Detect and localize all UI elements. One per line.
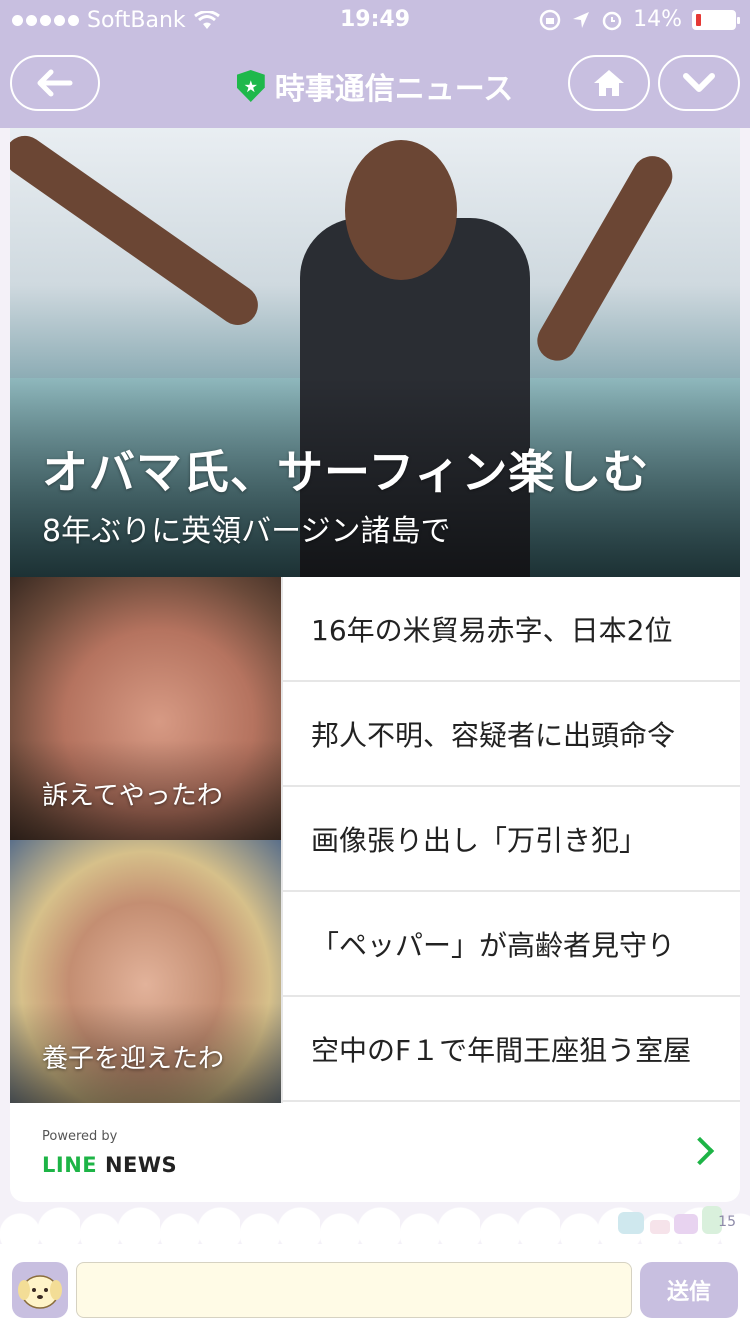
powered-by-label: Powered by — [42, 1129, 118, 1144]
home-icon — [594, 70, 624, 96]
dog-avatar-icon — [18, 1275, 62, 1309]
verified-shield-icon: ★ — [236, 70, 265, 102]
hero-subtitle: 8年ぶりに英領バージン諸島で — [42, 514, 451, 549]
thumb-caption: 養子を迎えたわ — [42, 1044, 225, 1074]
headline-item[interactable]: 「ペッパー」が高齢者見守り — [283, 892, 740, 997]
location-icon — [573, 11, 590, 28]
send-button[interactable]: 送信 — [640, 1262, 738, 1318]
brand-line: LINE — [42, 1153, 98, 1177]
battery-icon — [692, 9, 740, 30]
thumb-article-1[interactable]: 訴えてやったわ — [10, 577, 281, 840]
message-input-bar: 送信 — [0, 1244, 750, 1334]
sticker-button[interactable] — [12, 1262, 68, 1318]
menu-button[interactable] — [658, 55, 740, 111]
sticker-decoration — [618, 1206, 722, 1234]
hero-article[interactable]: オバマ氏、サーフィン楽しむ 8年ぶりに英領バージン諸島で — [10, 128, 740, 577]
headline-item[interactable]: 空中のF１で年間王座狙う室屋 — [283, 997, 740, 1102]
thumb-caption: 訴えてやったわ — [42, 781, 223, 811]
chevron-right-icon[interactable] — [685, 1136, 715, 1166]
hero-title: オバマ氏、サーフィン楽しむ — [42, 445, 650, 499]
headline-item[interactable]: 16年の米貿易赤字、日本2位 — [283, 577, 740, 682]
alarm-icon — [602, 11, 622, 30]
line-news-footer[interactable]: Powered by LINE NEWS — [10, 1103, 740, 1202]
thumb-article-2[interactable]: 養子を迎えたわ — [10, 840, 281, 1103]
headline-list: 16年の米貿易赤字、日本2位 邦人不明、容疑者に出頭命令 画像張り出し「万引き犯… — [281, 577, 740, 1103]
message-input[interactable] — [76, 1262, 632, 1318]
home-button[interactable] — [568, 55, 650, 111]
hero-photo-arm-right — [530, 148, 680, 368]
rotation-lock-icon — [539, 9, 561, 30]
status-bar: SoftBank 19:49 14% — [0, 0, 750, 40]
nav-bar: ★ 時事通信ニュース — [0, 40, 750, 128]
hero-photo-head — [345, 140, 457, 280]
line-news-logo: LINE NEWS — [42, 1153, 177, 1177]
page-title-text: 時事通信ニュース — [274, 72, 514, 107]
headline-item[interactable]: 画像張り出し「万引き犯」 — [283, 787, 740, 892]
headline-item[interactable]: 邦人不明、容疑者に出頭命令 — [283, 682, 740, 787]
battery-percent: 14% — [633, 7, 682, 32]
chevron-down-icon — [683, 73, 715, 92]
news-card: オバマ氏、サーフィン楽しむ 8年ぶりに英領バージン諸島で 訴えてやったわ 養子を… — [10, 128, 740, 1202]
sticker-count: 15 — [718, 1214, 736, 1230]
brand-news: NEWS — [104, 1153, 178, 1177]
hero-photo-arm-left — [10, 128, 266, 333]
